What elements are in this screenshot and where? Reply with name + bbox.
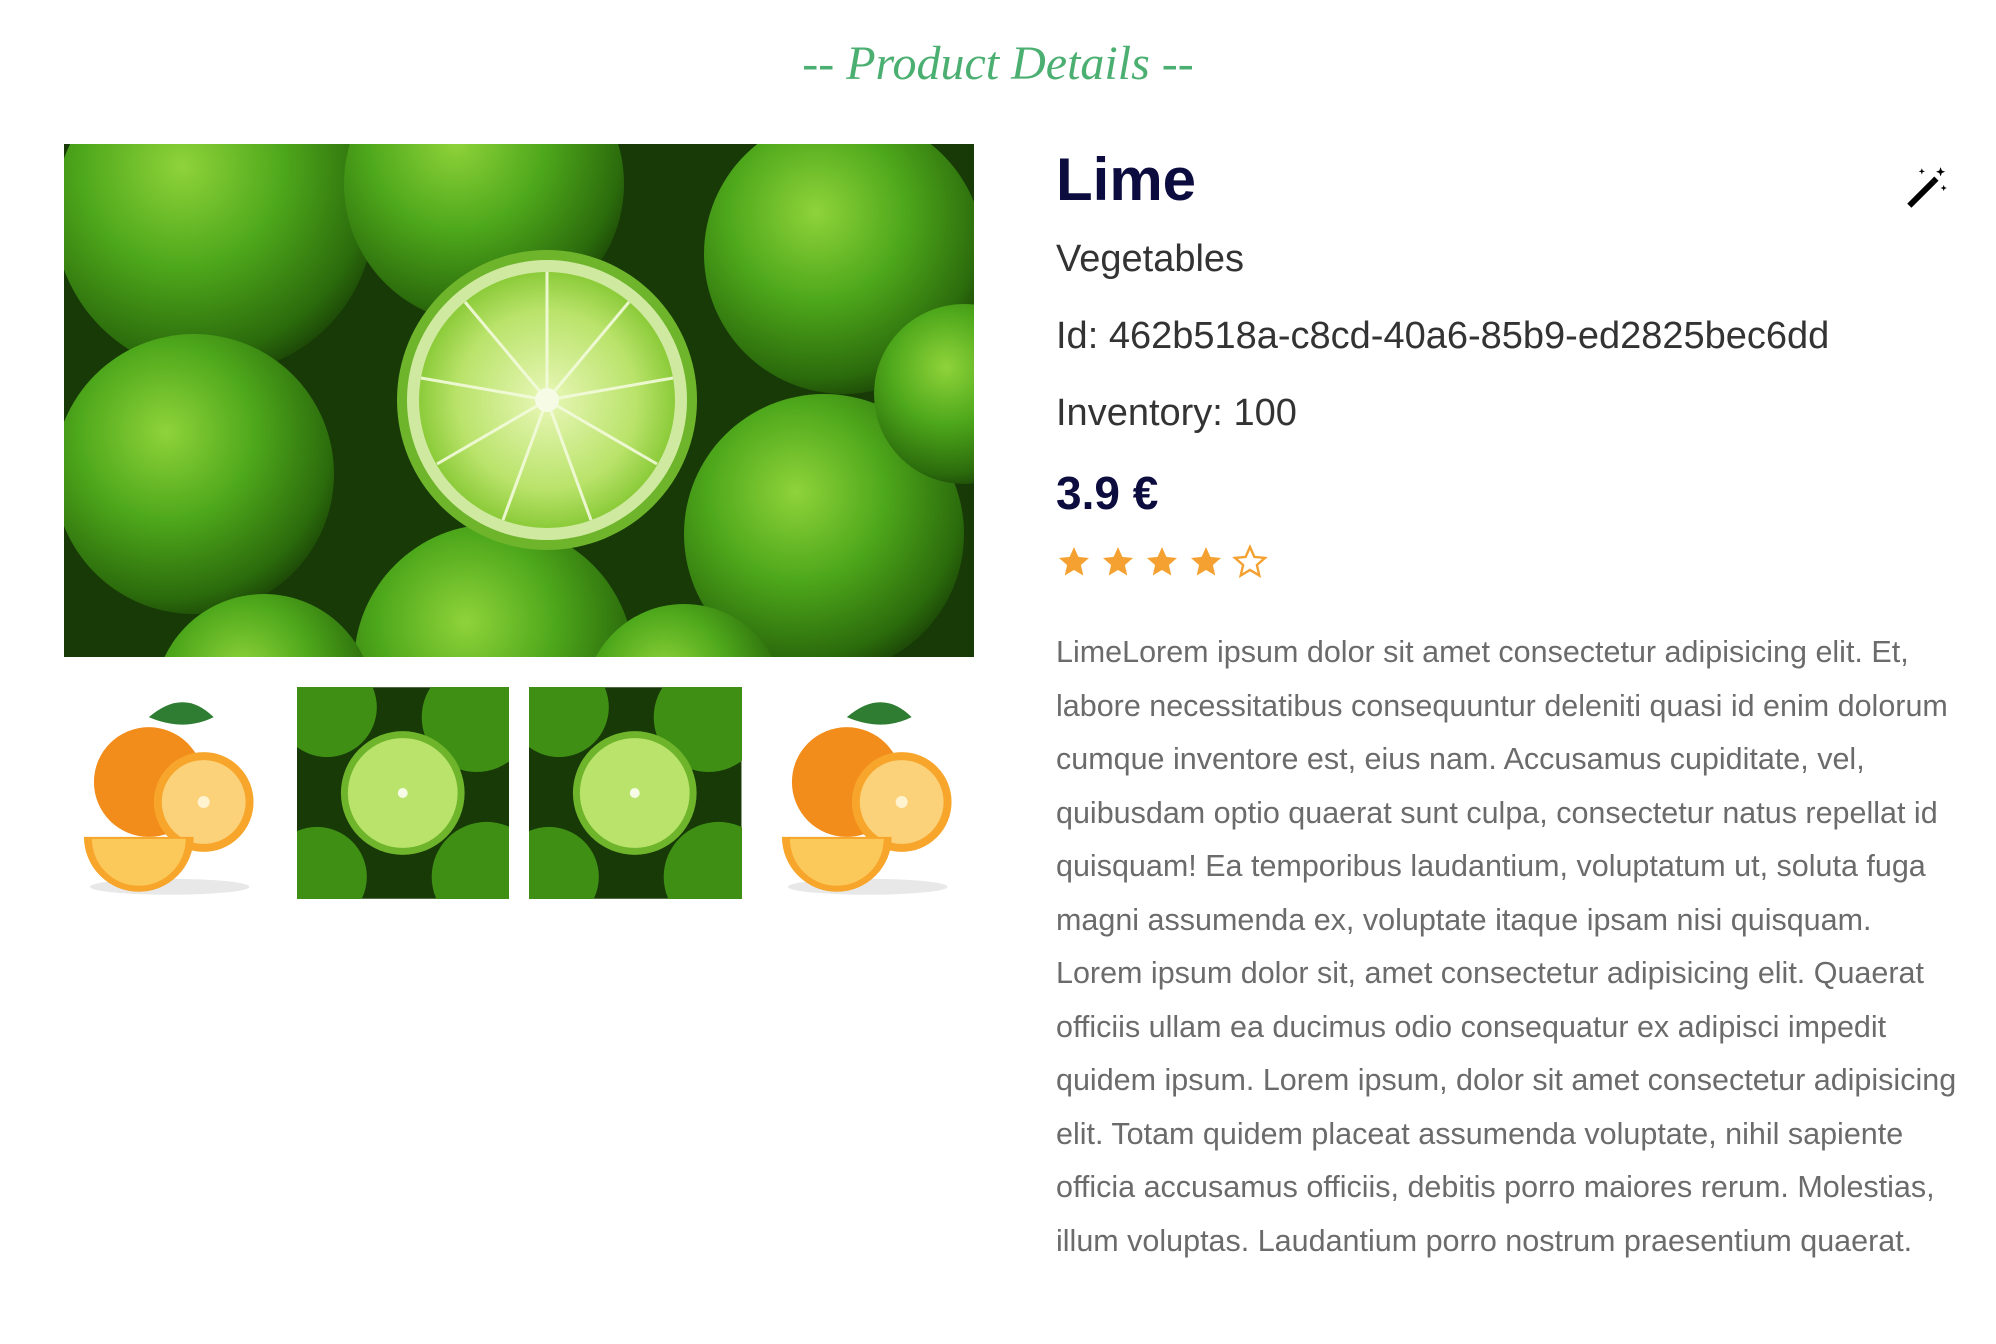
- inventory-value: 100: [1233, 392, 1297, 434]
- star-filled-icon: [1147, 547, 1177, 576]
- star-outline-icon: [1232, 544, 1268, 578]
- product-id-label: Id:: [1056, 315, 1099, 357]
- page-title: -- Product Details --: [802, 37, 1194, 90]
- thumbnail-oranges[interactable]: [761, 687, 974, 899]
- product-name: Lime: [1056, 146, 1197, 213]
- rating-stars: [1056, 544, 1966, 584]
- product-inventory: Inventory: 100: [1056, 390, 1966, 436]
- inventory-label: Inventory:: [1056, 392, 1223, 434]
- magic-wand-icon[interactable]: [1898, 160, 1954, 216]
- thumbnail-strip: [64, 687, 974, 899]
- thumbnail-oranges[interactable]: [64, 687, 277, 899]
- star-filled-icon: [1059, 547, 1089, 576]
- product-category: Vegetables: [1056, 238, 1245, 280]
- star-filled-icon: [1191, 547, 1221, 576]
- thumbnail-limes[interactable]: [529, 687, 742, 899]
- product-id-value: 462b518a-c8cd-40a6-85b9-ed2825bec6dd: [1108, 315, 1830, 357]
- product-description: LimeLorem ipsum dolor sit amet consectet…: [1056, 635, 1957, 1258]
- product-price: 3.9 €: [1056, 467, 1159, 519]
- main-product-image: [64, 144, 974, 657]
- thumbnail-limes[interactable]: [296, 687, 509, 899]
- product-id: Id: 462b518a-c8cd-40a6-85b9-ed2825bec6dd: [1056, 313, 1966, 359]
- product-gallery: [64, 144, 974, 899]
- star-filled-icon: [1103, 547, 1133, 576]
- product-details: Lime Vegetables Id: 462b518a-c8cd-40a6-8…: [1056, 144, 1966, 1268]
